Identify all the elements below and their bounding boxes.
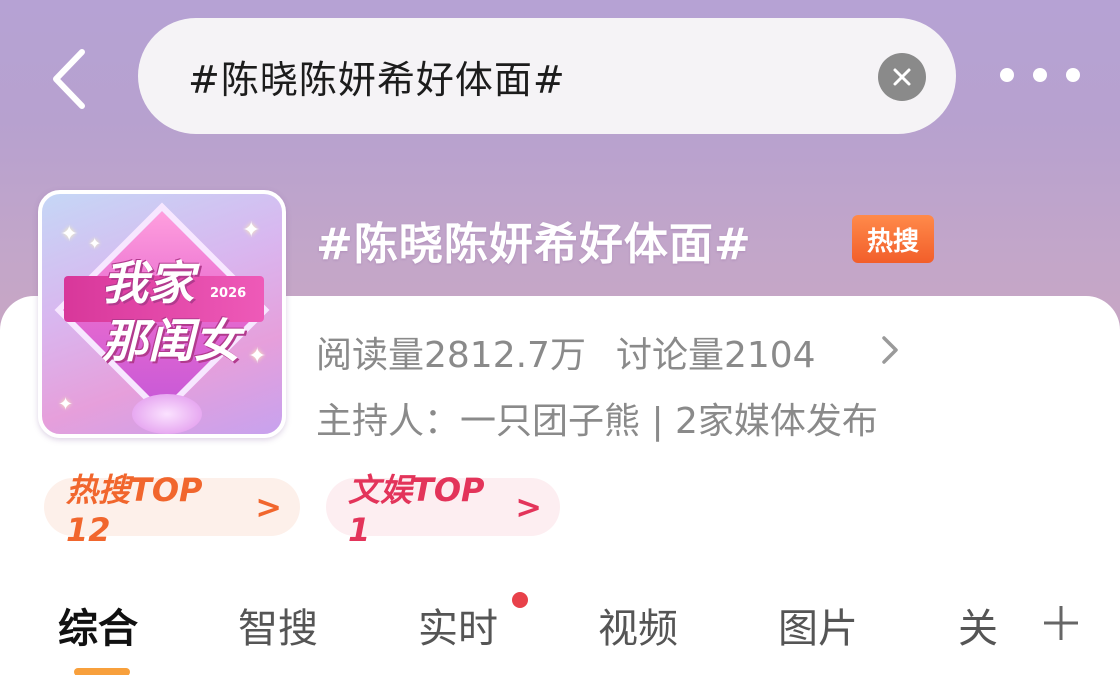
- discussion-count: 讨论量2104: [615, 335, 816, 376]
- cover-title-line1: 我家: [102, 256, 194, 310]
- sparkle-icon: ✦: [60, 222, 79, 247]
- cover-title: 我家 那闺女: [102, 254, 252, 370]
- chevron-right-icon: >: [515, 488, 542, 526]
- more-dots-icon: [1066, 68, 1080, 82]
- sparkle-icon: ✦: [242, 218, 261, 243]
- entertainment-rank-pill[interactable]: 文娱TOP 1 >: [326, 471, 560, 549]
- read-count: 阅读量2812.7万: [316, 335, 586, 376]
- chevron-right-icon[interactable]: [876, 332, 902, 368]
- plus-icon[interactable]: [1040, 602, 1082, 644]
- topic-stats[interactable]: 阅读量2812.7万 讨论量2104: [316, 326, 816, 378]
- tab-realtime[interactable]: 实时: [418, 596, 498, 654]
- tab-comprehensive[interactable]: 综合: [58, 596, 138, 654]
- entertainment-rank-label: 文娱TOP 1: [348, 471, 485, 549]
- tab-images[interactable]: 图片: [778, 596, 858, 654]
- close-icon: [893, 68, 911, 86]
- cover-title-line2: 那闺女: [102, 314, 240, 368]
- hot-search-rank-label: 热搜TOP 12: [66, 471, 203, 549]
- active-tab-indicator: [74, 668, 130, 675]
- chevron-right-icon: >: [255, 488, 282, 526]
- back-button[interactable]: [40, 40, 100, 110]
- tab-smart-search[interactable]: 智搜: [238, 596, 318, 654]
- topic-title: #陈晓陈妍希好体面#: [316, 219, 752, 270]
- cover-year: 2026: [210, 286, 247, 301]
- hot-search-rank-pill[interactable]: 热搜TOP 12 >: [44, 471, 300, 549]
- top-bar: #陈晓陈妍希好体面#: [0, 0, 1120, 150]
- chevron-left-icon: [53, 49, 85, 109]
- hot-badge: 热搜: [852, 215, 934, 263]
- more-dots-icon: [1033, 68, 1047, 82]
- clear-search-button[interactable]: [878, 53, 926, 101]
- topic-cover-image[interactable]: 我家 那闺女 2026 ✦ ✦ ✦ ✦ ✦: [38, 190, 286, 438]
- tab-following[interactable]: 关: [958, 596, 998, 654]
- notification-dot: [512, 592, 528, 608]
- search-query-text: #陈晓陈妍希好体面#: [188, 57, 566, 102]
- sparkle-icon: ✦: [58, 394, 74, 415]
- search-input[interactable]: #陈晓陈妍希好体面#: [138, 18, 956, 134]
- tab-video[interactable]: 视频: [598, 596, 678, 654]
- sparkle-icon: ✦: [88, 234, 102, 253]
- sparkle-icon: ✦: [248, 344, 267, 369]
- cover-bow: [132, 394, 202, 434]
- more-options-button[interactable]: [1000, 58, 1080, 92]
- more-dots-icon: [1000, 68, 1014, 82]
- host-info[interactable]: 主持人：一只团子熊 | 2家媒体发布: [316, 392, 878, 444]
- content-tabs: 综合 智搜 实时 视频 图片 关: [0, 596, 1120, 656]
